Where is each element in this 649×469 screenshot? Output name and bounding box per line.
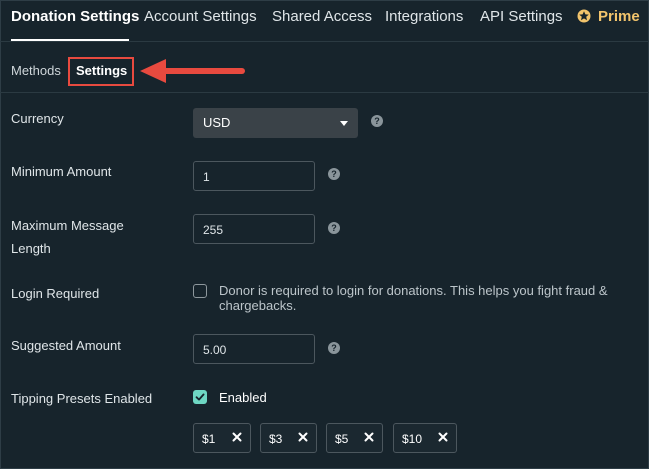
tab-account-settings[interactable]: Account Settings: [144, 7, 257, 27]
remove-icon[interactable]: [438, 432, 448, 442]
max-message-label: Maximum Message: [11, 218, 124, 233]
preset-value: $10: [402, 432, 423, 446]
preset-value: $1: [202, 432, 216, 446]
preset-value: $3: [269, 432, 283, 446]
max-message-input[interactable]: 255: [193, 214, 315, 244]
settings-highlight-box: [68, 57, 134, 86]
help-icon[interactable]: ?: [371, 115, 383, 127]
help-icon[interactable]: ?: [328, 222, 340, 234]
suggested-amount-input[interactable]: 5.00: [193, 334, 315, 364]
help-icon[interactable]: ?: [328, 168, 340, 180]
currency-label: Currency: [11, 111, 64, 126]
help-icon[interactable]: ?: [328, 342, 340, 354]
login-required-text: Donor is required to login for donations…: [219, 283, 608, 298]
currency-select[interactable]: USD: [193, 108, 358, 138]
tab-shared-access[interactable]: Shared Access: [272, 7, 372, 27]
preset-value: $5: [335, 432, 349, 446]
suggested-amount-value: 5.00: [203, 343, 227, 357]
suggested-amount-label: Suggested Amount: [11, 338, 121, 353]
top-nav: Donation Settings Account Settings Share…: [0, 0, 649, 42]
preset-chip: $3: [260, 423, 317, 453]
subtab-methods[interactable]: Methods: [11, 63, 61, 79]
preset-chip: $10: [393, 423, 457, 453]
caret-down-icon: [340, 121, 348, 126]
currency-value: USD: [203, 115, 231, 130]
prime-gear-icon[interactable]: [576, 8, 592, 24]
checkmark-icon: [195, 393, 205, 401]
preset-chip: $5: [326, 423, 383, 453]
tab-api-settings[interactable]: API Settings: [480, 7, 563, 27]
minimum-amount-label: Minimum Amount: [11, 164, 112, 179]
tab-prime[interactable]: Prime: [598, 7, 640, 27]
minimum-amount-value: 1: [203, 170, 210, 184]
pointer-arrow-icon: [140, 59, 245, 83]
tipping-presets-label: Tipping Presets Enabled: [11, 391, 153, 406]
tipping-enabled-text: Enabled: [219, 390, 267, 405]
preset-chip: $1: [193, 423, 251, 453]
login-required-checkbox[interactable]: [193, 284, 207, 298]
tab-integrations[interactable]: Integrations: [385, 7, 463, 27]
remove-icon[interactable]: [364, 432, 374, 442]
max-message-value: 255: [203, 223, 224, 237]
active-tab-underline: [11, 39, 129, 41]
minimum-amount-input[interactable]: 1: [193, 161, 315, 191]
max-message-label-line2: Length: [11, 241, 51, 256]
login-required-text-line2: chargebacks.: [219, 298, 297, 313]
remove-icon[interactable]: [232, 432, 242, 442]
remove-icon[interactable]: [298, 432, 308, 442]
login-required-label: Login Required: [11, 286, 100, 301]
tab-donation-settings[interactable]: Donation Settings: [11, 7, 139, 27]
tipping-presets-checkbox[interactable]: [193, 390, 207, 404]
